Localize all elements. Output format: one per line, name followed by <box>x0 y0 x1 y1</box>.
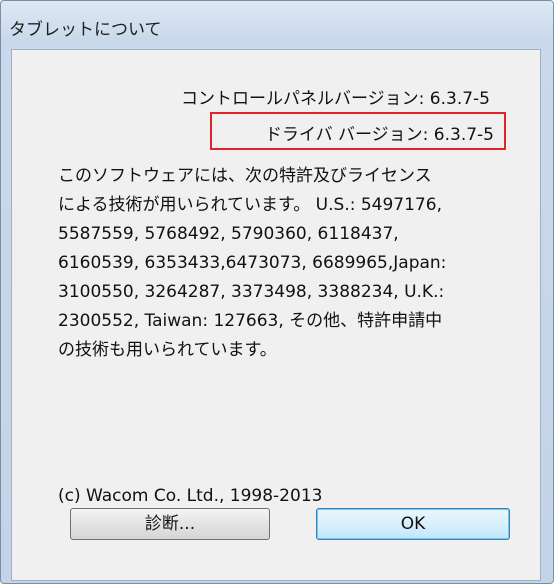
patent-notice-line: 3100550, 3264287, 3373498, 3388234, U.K.… <box>58 282 445 302</box>
dialog-content: コントロールパネルバージョン: 6.3.7-5 ドライバ バージョン: 6.3.… <box>11 49 541 581</box>
patent-notice-line: の技術も用いられています。 <box>58 340 277 360</box>
control-panel-version: コントロールパネルバージョン: 6.3.7-5 <box>181 89 490 109</box>
copyright-text: (c) Wacom Co. Ltd., 1998-2013 <box>58 486 323 506</box>
ok-button[interactable]: OK <box>316 508 510 540</box>
about-dialog: タブレットについて コントロールパネルバージョン: 6.3.7-5 ドライバ バ… <box>0 0 554 584</box>
patent-notice: このソフトウェアには、次の特許及びライセンス による技術が用いられています。 U… <box>58 162 508 365</box>
patent-notice-line: このソフトウェアには、次の特許及びライセンス <box>58 166 432 186</box>
patent-notice-line: 6160539, 6353433,6473073, 6689965,Japan: <box>58 253 447 273</box>
dialog-title: タブレットについて <box>9 20 162 40</box>
diagnose-button[interactable]: 診断... <box>70 508 270 540</box>
title-bar[interactable]: タブレットについて <box>1 1 553 45</box>
driver-version: ドライバ バージョン: 6.3.7-5 <box>264 125 494 145</box>
patent-notice-line: 5587559, 5768492, 5790360, 6118437, <box>58 224 399 244</box>
patent-notice-line: による技術が用いられています。 U.S.: 5497176, <box>58 195 442 215</box>
patent-notice-line: 2300552, Taiwan: 127663, その他、特許申請中 <box>58 311 443 331</box>
